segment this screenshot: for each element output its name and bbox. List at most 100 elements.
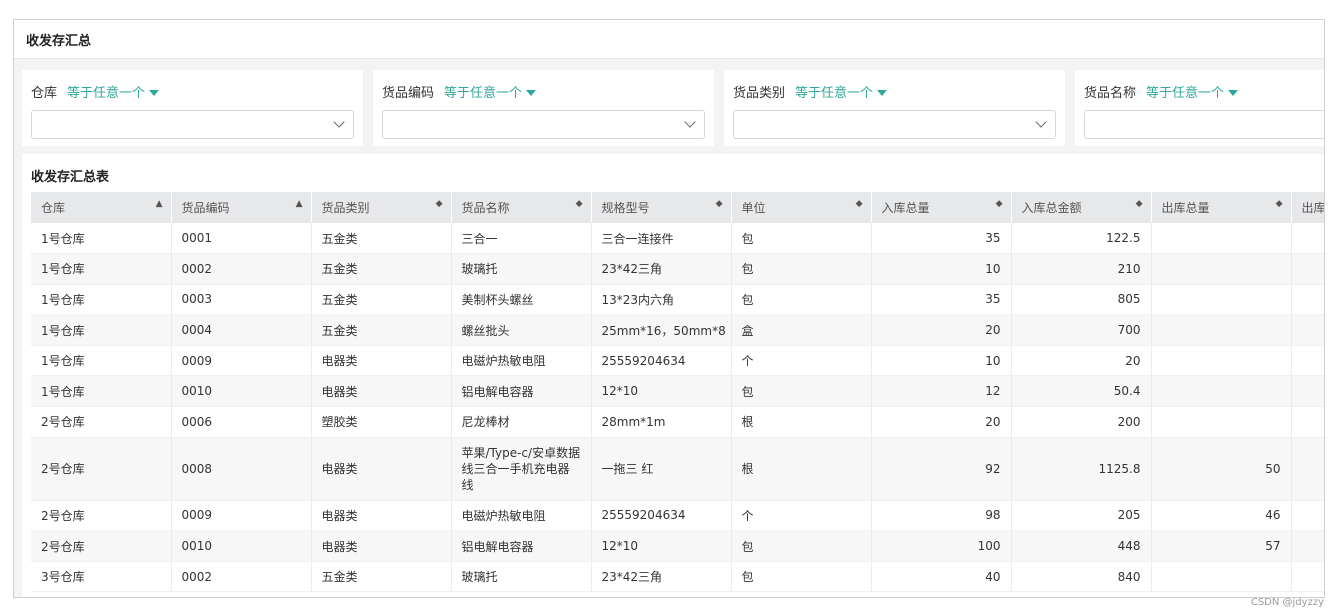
table-row[interactable]: 1号仓库 0009 电器类 电磁炉热敏电阻 25559204634 个 10 20	[31, 345, 1324, 377]
table-cell: 一拖三 红	[591, 437, 732, 501]
table-cell: 1号仓库	[31, 284, 172, 316]
item-code-select[interactable]	[382, 110, 705, 139]
table-cell: 40	[871, 561, 1012, 593]
table-row[interactable]: 1号仓库 0003 五金类 美制杯头螺丝 13*23内六角包 35 805	[31, 284, 1324, 316]
filter-mode-dropdown[interactable]: 等于任意一个	[1146, 86, 1224, 101]
table-cell: 盒	[731, 314, 872, 346]
table-row[interactable]: 1号仓库 0004 五金类 螺丝批头 25mm*16，50mm*8 盒 20 700	[31, 314, 1324, 346]
column-header-label: 出库总量	[1161, 201, 1210, 215]
filter-bar: 仓库 等于任意一个 货品编码 等于任意一个 货品类别 等于任意一个 货品名称 等于任意一…	[22, 70, 1324, 148]
column-header[interactable]: 入库总金额 ◆	[1011, 192, 1152, 223]
chevron-down-icon[interactable]	[1035, 116, 1047, 128]
table-cell: 35	[871, 223, 1012, 255]
column-header[interactable]: 规格型号 ◆	[591, 192, 732, 223]
table-cell: 20	[1011, 345, 1152, 377]
table-row[interactable]: 2号仓库 0010 电器类 铝电解电容器 12*10 包 100 448 57	[31, 530, 1324, 562]
caret-down-icon[interactable]	[1228, 89, 1239, 96]
column-header[interactable]: 出库	[1291, 192, 1325, 223]
sort-icon[interactable]: ▲	[156, 200, 163, 209]
filter-mode-dropdown[interactable]: 等于任意一个	[444, 86, 522, 101]
table-cell: 0003	[171, 284, 312, 316]
item-name-select[interactable]	[1084, 110, 1324, 139]
column-header[interactable]: 单位 ◆	[731, 192, 872, 223]
column-header[interactable]: 入库总量 ◆	[871, 192, 1012, 223]
table-cell: 210	[1011, 253, 1152, 285]
table-row[interactable]: 1号仓库 0001 五金类 三合一 三合一连接件包 35 122.5	[31, 223, 1324, 255]
filter-item-category: 货品类别 等于任意一个	[724, 70, 1065, 146]
chevron-down-icon[interactable]	[333, 116, 345, 128]
table-cell: 三合一	[451, 223, 592, 255]
table-cell: 0009	[171, 500, 312, 532]
sort-icon[interactable]: ▲	[296, 200, 303, 209]
filter-mode-dropdown[interactable]: 等于任意一个	[795, 86, 873, 101]
column-header-label: 出库	[1301, 201, 1325, 215]
table-cell	[1151, 345, 1292, 377]
table-cell: 电器类	[311, 345, 452, 377]
table-cell: 35	[871, 284, 1012, 316]
table-cell	[1151, 284, 1292, 316]
sort-icon[interactable]: ◆	[436, 200, 443, 209]
table-cell: 铝电解电容器	[451, 530, 592, 562]
item-category-select[interactable]	[733, 110, 1056, 139]
table-cell: 玻璃托	[451, 561, 592, 593]
table-cell: 840	[1011, 561, 1152, 593]
sort-icon[interactable]: ◆	[856, 200, 863, 209]
chevron-down-icon[interactable]	[684, 116, 696, 128]
filter-item-name: 货品名称 等于任意一个	[1075, 70, 1324, 146]
table-cell: 50	[1151, 437, 1292, 501]
table-row[interactable]: 2号仓库 0008 电器类 苹果/Type-c/安卓数据线三合一手机充电器线 一拖三 红…	[31, 437, 1324, 501]
filter-mode-dropdown[interactable]: 等于任意一个	[67, 86, 145, 101]
table-row[interactable]: 1号仓库 0010 电器类 铝电解电容器 12*10 包 12 50.4	[31, 375, 1324, 408]
caret-down-icon[interactable]	[877, 89, 888, 96]
table-cell: 根	[731, 406, 872, 438]
table-cell: 0001	[171, 223, 312, 255]
table-row[interactable]: 1号仓库 0002 五金类 玻璃托 23*42三角包 10 210	[31, 253, 1324, 285]
table-cell: 美制杯头螺丝	[451, 284, 592, 316]
column-header[interactable]: 仓库 ▲	[31, 192, 172, 223]
table-cell: 螺丝批头	[451, 314, 592, 346]
filter-label: 货品类别	[733, 86, 786, 101]
sort-icon[interactable]: ◆	[576, 200, 583, 209]
table-cell: 电器类	[311, 530, 452, 562]
filter-label: 货品编码	[382, 86, 435, 101]
table-cell: 2号仓库	[31, 500, 172, 532]
table-row[interactable]: 3号仓库 0002 五金类 玻璃托 23*42三角包 40 840	[31, 561, 1324, 593]
table-cell	[1151, 406, 1292, 438]
table-cell: 100	[871, 530, 1012, 562]
table-cell: 98	[871, 500, 1012, 532]
sort-icon[interactable]: ◆	[996, 200, 1003, 209]
table-cell: 电器类	[311, 437, 452, 501]
table-cell	[1291, 437, 1324, 501]
table-cell: 25559204634	[591, 500, 732, 532]
column-header[interactable]: 货品类别 ◆	[311, 192, 452, 223]
warehouse-select[interactable]	[31, 110, 354, 139]
table-cell	[1151, 223, 1292, 255]
table-cell	[1291, 253, 1324, 285]
table-cell: 2号仓库	[31, 530, 172, 562]
column-header[interactable]: 出库总量 ◆	[1151, 192, 1292, 223]
table-cell: 20	[871, 314, 1012, 346]
table-cell: 12*10	[591, 375, 732, 408]
table-cell: 700	[1011, 314, 1152, 346]
sort-icon[interactable]: ◆	[1276, 200, 1283, 209]
table-cell: 25559204634	[591, 345, 732, 377]
table-row[interactable]: 2号仓库 0006 塑胶类 尼龙棒材 28mm*1m 根 20 200	[31, 406, 1324, 438]
column-header[interactable]: 货品编码 ▲	[171, 192, 312, 223]
column-header[interactable]: 货品名称 ◆	[451, 192, 592, 223]
table-cell	[1291, 530, 1324, 562]
sort-icon[interactable]: ◆	[1136, 200, 1143, 209]
table-cell: 五金类	[311, 253, 452, 285]
report-window: 收发存汇总 仓库 等于任意一个 货品编码 等于任意一个 货品类别 等于任意一个 货品名…	[13, 19, 1325, 598]
table-cell: 1号仓库	[31, 223, 172, 255]
table-cell	[1291, 284, 1324, 316]
table-cell: 0002	[171, 253, 312, 285]
table-cell: 三合一连接件	[591, 223, 732, 255]
caret-down-icon[interactable]	[526, 89, 537, 96]
table-row[interactable]: 2号仓库 0009 电器类 电磁炉热敏电阻 25559204634 个 98 205 46	[31, 500, 1324, 532]
table-cell: 尼龙棒材	[451, 406, 592, 438]
table-cell: 包	[731, 561, 872, 593]
sort-icon[interactable]: ◆	[716, 200, 723, 209]
table-cell: 205	[1011, 500, 1152, 532]
caret-down-icon[interactable]	[149, 89, 160, 96]
table-cell: 92	[871, 437, 1012, 501]
